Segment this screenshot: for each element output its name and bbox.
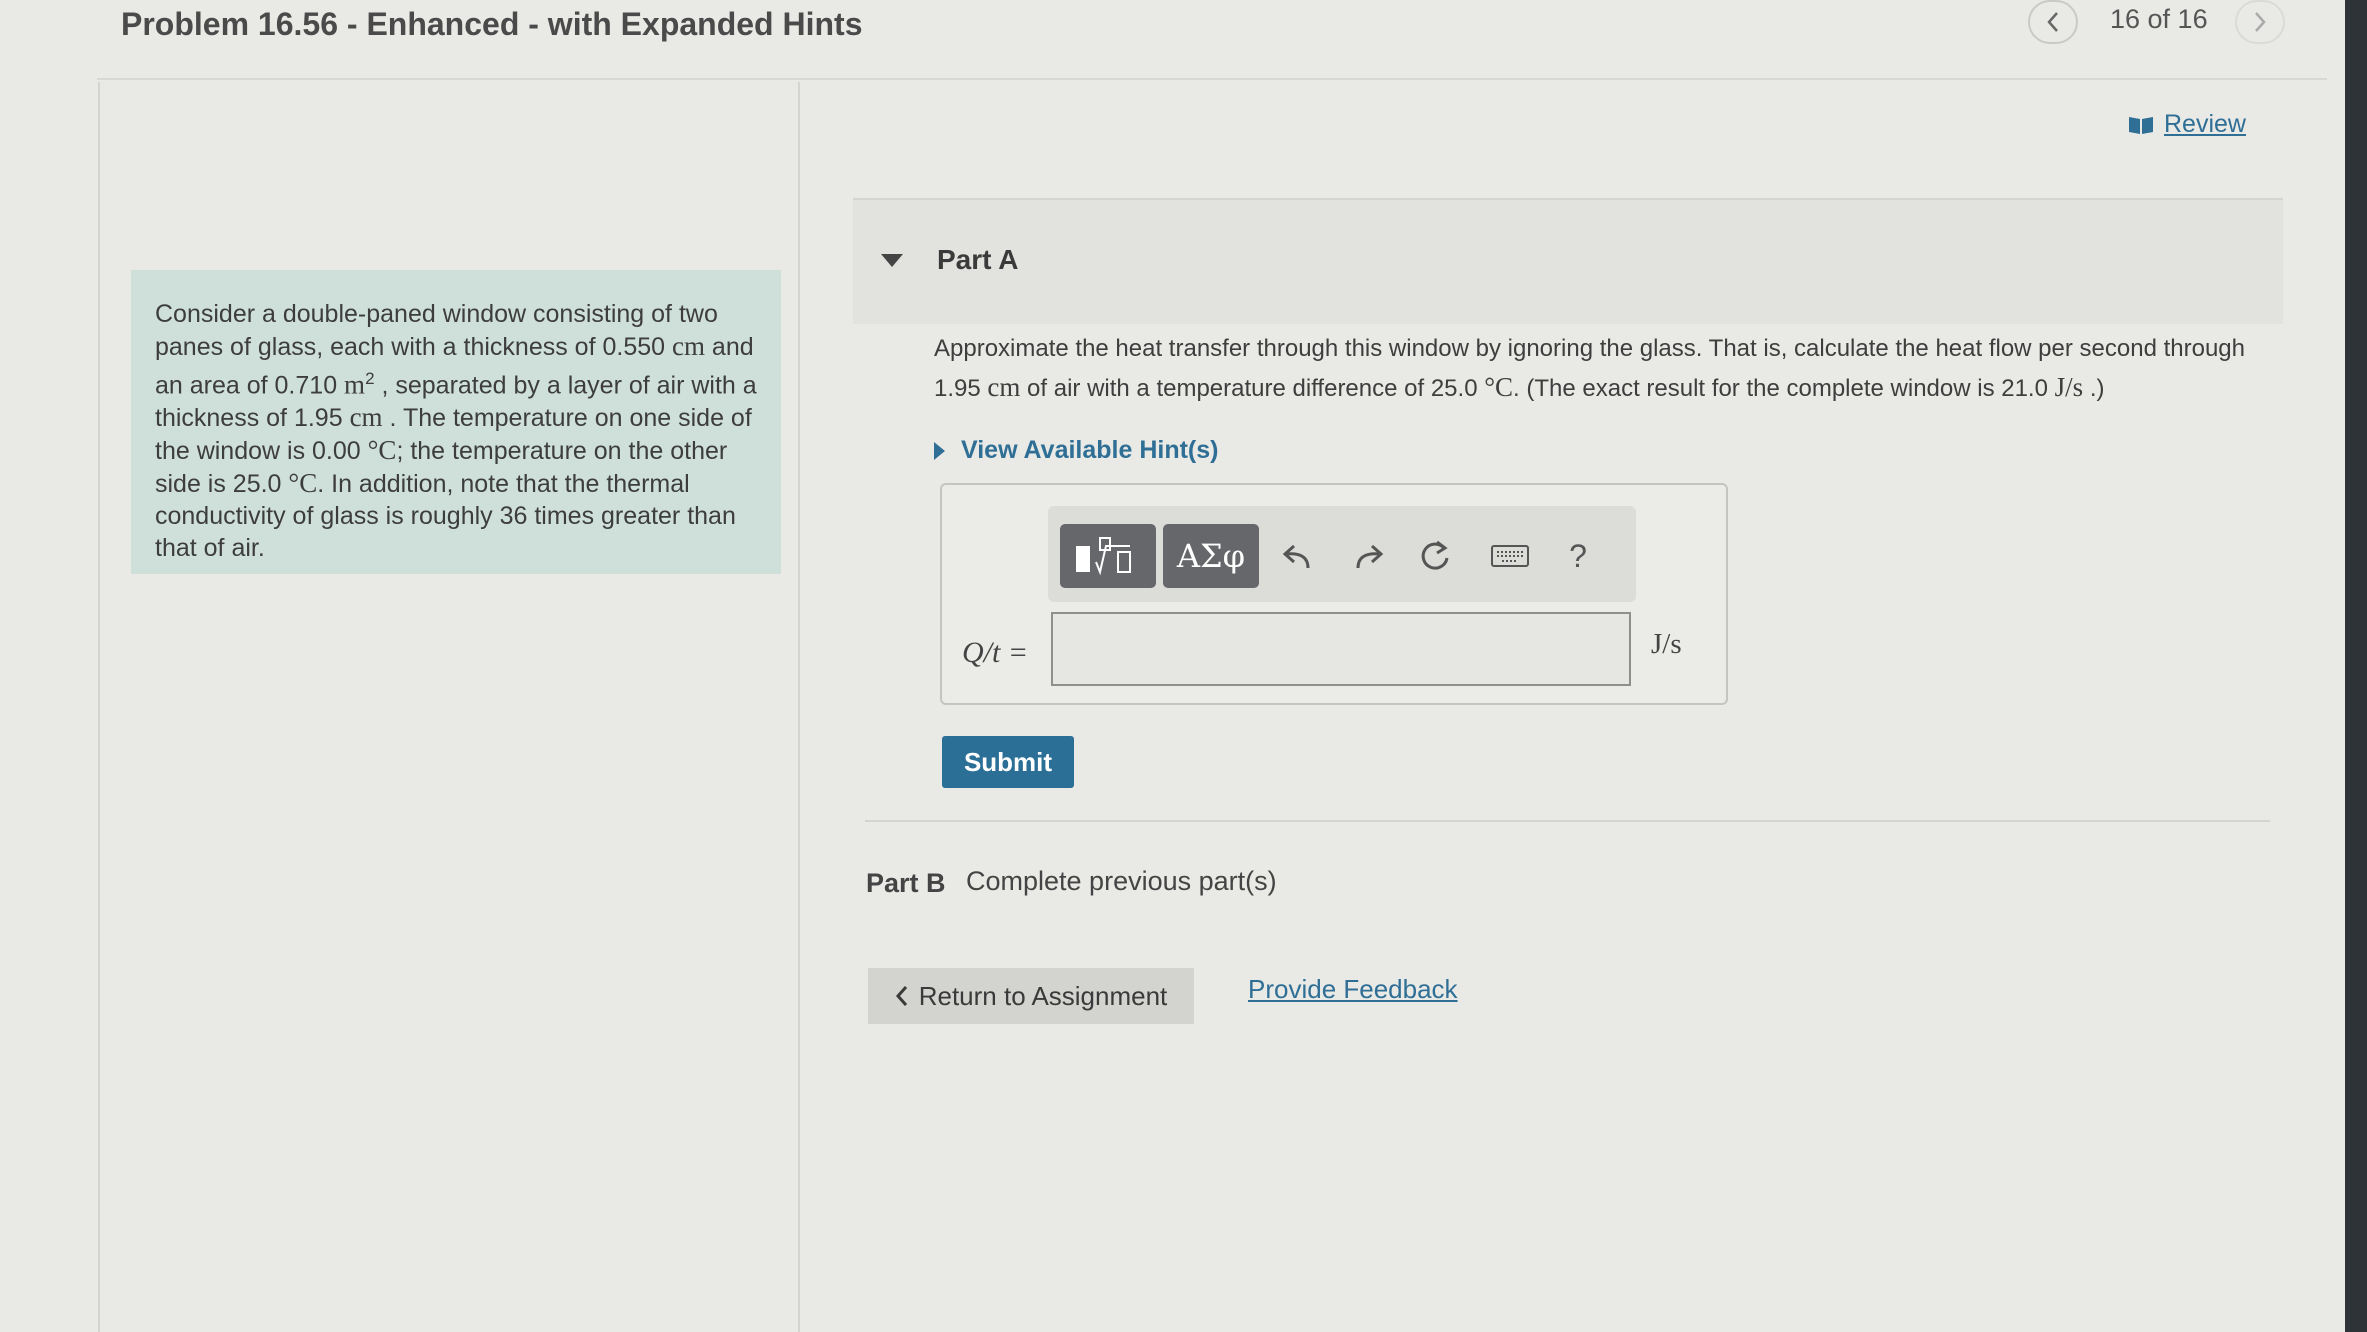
- answer-unit-label: J/s: [1651, 628, 1682, 660]
- problem-counter: 16 of 16: [2110, 4, 2208, 34]
- answer-variable-label: Q/t =: [962, 636, 1029, 669]
- part-b-divider: [865, 820, 2270, 822]
- problem-statement: Consider a double-paned window consistin…: [131, 270, 781, 574]
- page-title: Problem 16.56 - Enhanced - with Expanded…: [121, 6, 863, 42]
- chevron-left-icon: [895, 986, 907, 1006]
- unit-text: cm: [671, 331, 705, 361]
- return-to-assignment-button[interactable]: Return to Assignment: [868, 968, 1194, 1024]
- redo-icon: [1356, 544, 1384, 569]
- view-hints-toggle[interactable]: View Available Hint(s): [934, 436, 1218, 465]
- provide-feedback-link[interactable]: Provide Feedback: [1248, 974, 1458, 1005]
- unit-text: cm: [349, 402, 383, 433]
- unit-text: °C: [1484, 372, 1514, 402]
- part-b-title: Part B: [866, 868, 946, 898]
- expand-caret-icon: [934, 441, 945, 460]
- part-b-status: Complete previous part(s): [966, 866, 1277, 896]
- book-icon: [2129, 116, 2153, 134]
- problem-text: Consider a double-paned window consistin…: [155, 300, 718, 361]
- unit-text: m: [344, 369, 366, 400]
- left-column-border: [98, 82, 100, 1332]
- question-text: of air with a temperature difference of …: [1020, 375, 1485, 402]
- collapse-caret-icon[interactable]: [881, 254, 903, 267]
- header-divider: [97, 78, 2327, 80]
- view-hints-label: View Available Hint(s): [961, 436, 1219, 464]
- redo-button[interactable]: [1343, 530, 1393, 582]
- question-text: . (The exact result for the complete win…: [1513, 375, 2055, 402]
- review-link[interactable]: Review: [2128, 110, 2246, 139]
- review-label: Review: [2164, 110, 2246, 138]
- exponent: 2: [365, 369, 375, 388]
- greek-symbols-button[interactable]: ΑΣφ: [1163, 524, 1259, 588]
- unit-text: cm: [987, 372, 1021, 402]
- undo-button[interactable]: [1273, 530, 1323, 582]
- templates-icon: [1076, 537, 1131, 576]
- question-text: .): [2083, 375, 2105, 402]
- reset-button[interactable]: [1410, 530, 1460, 582]
- return-label: Return to Assignment: [918, 980, 1168, 1011]
- keyboard-button[interactable]: [1482, 530, 1538, 582]
- submit-button[interactable]: Submit: [942, 736, 1074, 788]
- keyboard-icon: [1491, 545, 1529, 567]
- answer-input[interactable]: [1051, 612, 1631, 686]
- next-problem-button[interactable]: [2235, 0, 2285, 44]
- undo-icon: [1282, 544, 1310, 569]
- math-toolbar: ΑΣφ ?: [1048, 506, 1636, 602]
- part-a-question: Approximate the heat transfer through th…: [934, 330, 2264, 408]
- previous-problem-button[interactable]: [2028, 0, 2078, 44]
- unit-text: J/s: [2054, 372, 2084, 402]
- window-edge: [2345, 0, 2367, 1332]
- unit-text: °C: [367, 435, 397, 466]
- chevron-left-icon: [2047, 12, 2058, 32]
- templates-button[interactable]: [1060, 524, 1156, 588]
- unit-text: °C: [288, 468, 318, 499]
- column-divider: [798, 82, 800, 1332]
- part-a-title: Part A: [937, 244, 1019, 275]
- help-button[interactable]: ?: [1550, 530, 1606, 582]
- part-a-header[interactable]: [853, 200, 2283, 324]
- chevron-right-icon: [2255, 12, 2266, 32]
- reset-icon: [1421, 540, 1449, 570]
